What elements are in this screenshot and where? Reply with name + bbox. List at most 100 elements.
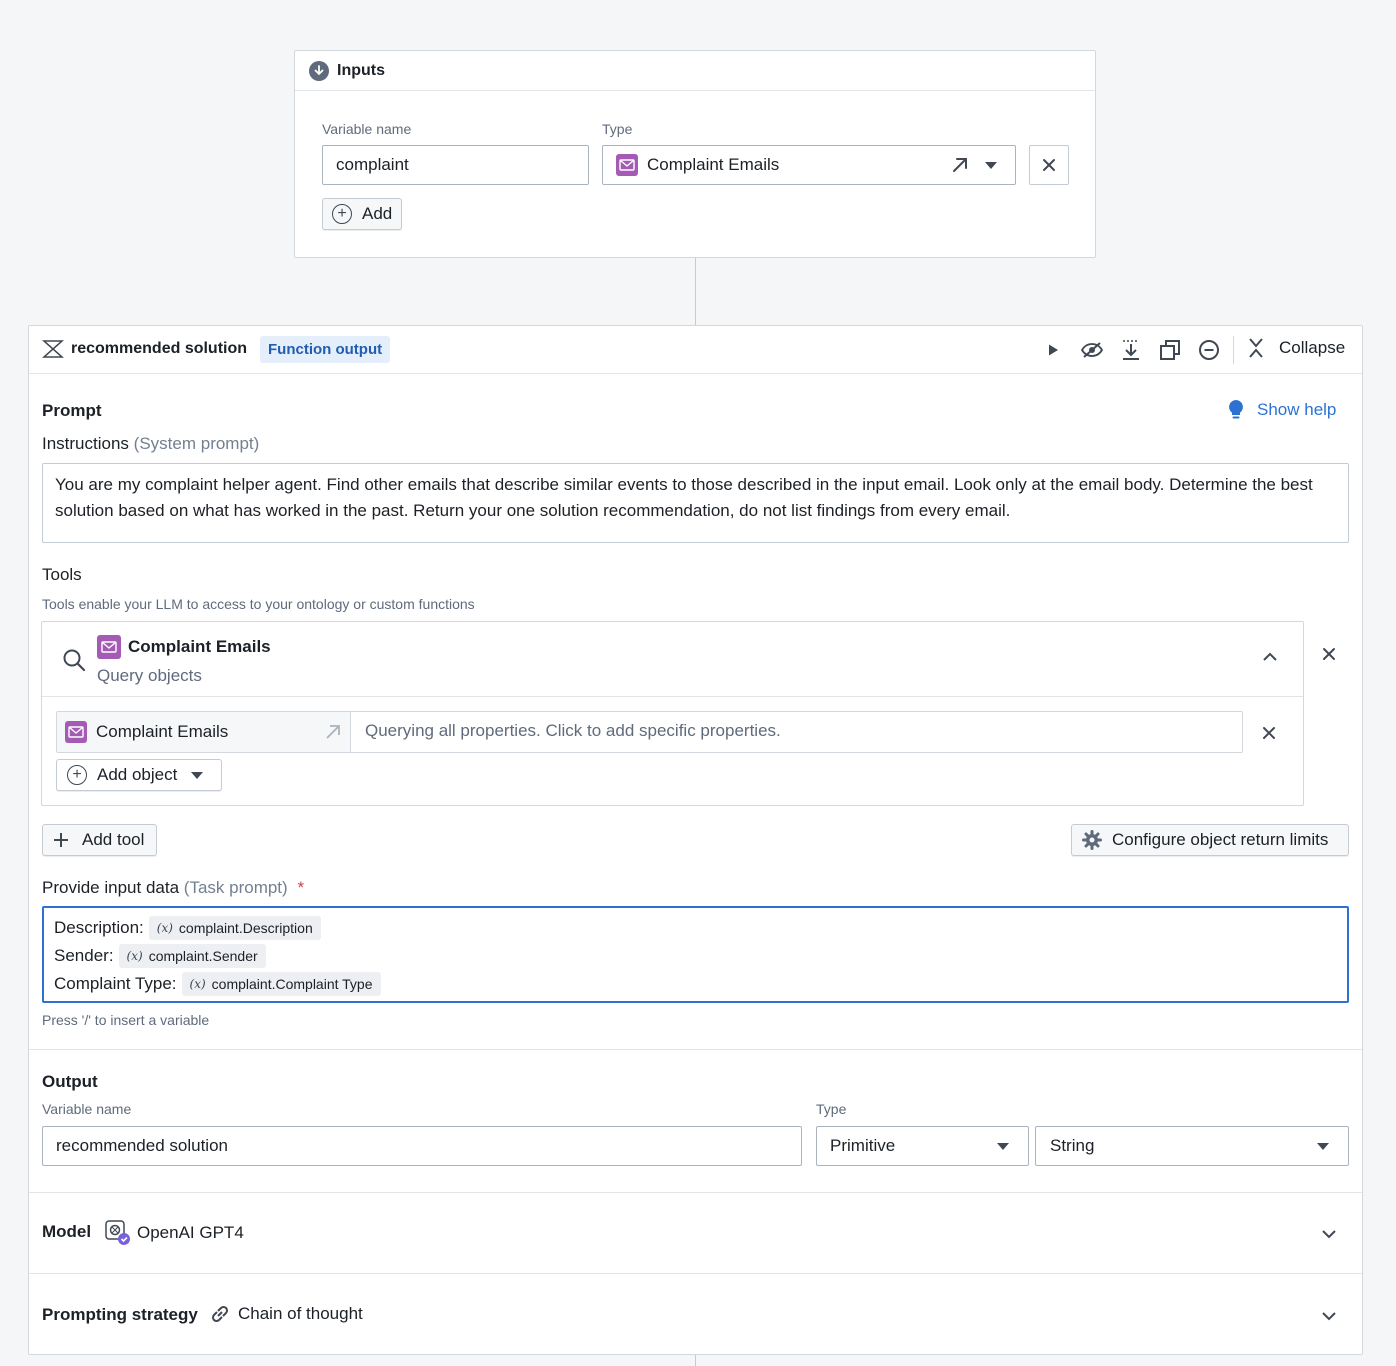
disable-icon[interactable] — [1197, 338, 1221, 362]
tool-name: Complaint Emails — [128, 637, 271, 656]
output-variable-name-label: Variable name — [42, 1101, 132, 1117]
variable-chip-label: complaint.Complaint Type — [211, 976, 373, 992]
connector-line — [695, 258, 696, 325]
prompting-strategy-label: Prompting strategy — [42, 1305, 198, 1324]
mail-icon — [616, 154, 638, 176]
variable-chip-label: complaint.Sender — [148, 948, 258, 964]
plus-icon — [54, 833, 68, 847]
link-icon — [209, 1303, 231, 1330]
collapse-icon — [1249, 338, 1263, 358]
variable-chip[interactable]: (x) complaint.Description — [148, 916, 321, 940]
collapse-button[interactable]: Collapse — [1247, 337, 1345, 359]
type-value: Complaint Emails — [647, 155, 780, 174]
tool-divider — [42, 696, 1303, 697]
insert-variable-hint: Press '/' to insert a variable — [42, 1012, 210, 1028]
eye-off-icon[interactable] — [1080, 338, 1104, 362]
search-icon — [62, 648, 86, 677]
task-prompt-editor[interactable]: Description: (x) complaint.Description Se… — [42, 906, 1349, 1003]
lightbulb-icon — [1229, 400, 1243, 419]
output-type-primary-select[interactable]: Primitive — [816, 1126, 1029, 1166]
mail-icon — [65, 721, 87, 743]
section-divider — [29, 1049, 1362, 1050]
toolbar-divider — [1233, 336, 1234, 364]
tools-help-text: Tools enable your LLM to access to your … — [42, 596, 475, 612]
open-link-icon[interactable] — [951, 156, 969, 179]
remove-object-button[interactable] — [1257, 721, 1281, 745]
output-title: Output — [42, 1072, 98, 1091]
run-icon[interactable] — [1041, 338, 1065, 362]
type-select[interactable]: Complaint Emails — [602, 145, 1016, 185]
variable-chip-label: complaint.Description — [178, 920, 313, 936]
function-output-badge: Function output — [260, 336, 391, 363]
block-title: recommended solution — [71, 340, 248, 357]
model-value: OpenAI GPT4 — [137, 1223, 244, 1242]
duplicate-icon[interactable] — [1158, 338, 1182, 362]
add-input-button[interactable]: + Add — [322, 198, 402, 230]
input-line-label: Sender: — [54, 946, 114, 965]
type-label: Type — [602, 121, 633, 137]
inputs-header: Inputs — [295, 51, 1095, 91]
output-type-secondary-select[interactable]: String — [1035, 1126, 1349, 1166]
caret-down-icon[interactable] — [985, 162, 997, 169]
variable-name-value: complaint — [336, 155, 409, 174]
close-icon — [1263, 727, 1275, 739]
tool-object-row[interactable]: Complaint Emails Querying all properties… — [56, 711, 1243, 753]
model-label: Model — [42, 1222, 92, 1241]
configure-limits-button[interactable]: Configure object return limits — [1071, 824, 1349, 856]
output-type-secondary-value: String — [1050, 1136, 1095, 1155]
input-data-label: Provide input data (Task prompt) * — [42, 878, 304, 898]
remove-tool-button[interactable] — [1317, 642, 1341, 666]
variable-icon: (x) — [189, 977, 206, 991]
llm-block-card: recommended solution Function output Col… — [28, 325, 1363, 1355]
close-icon — [1323, 648, 1335, 660]
add-object-label: Add object — [97, 765, 178, 784]
chevron-down-icon[interactable] — [1321, 1227, 1337, 1245]
tool-object-select[interactable]: Complaint Emails — [57, 712, 351, 752]
add-object-button[interactable]: + Add object — [56, 759, 222, 791]
chevron-down-icon[interactable] — [1321, 1309, 1337, 1327]
show-help-button[interactable]: Show help — [1227, 399, 1336, 421]
input-line: Complaint Type: (x) complaint.Complaint T… — [54, 970, 1337, 998]
add-tool-label: Add tool — [82, 830, 145, 849]
show-help-label: Show help — [1257, 400, 1337, 419]
input-line: Description: (x) complaint.Description — [54, 914, 1337, 942]
remove-input-button[interactable] — [1029, 145, 1069, 185]
variable-icon: (x) — [156, 921, 173, 935]
download-icon[interactable] — [1119, 338, 1143, 362]
tool-subtitle: Query objects — [97, 666, 202, 685]
instructions-label-text: Instructions — [42, 434, 129, 453]
output-variable-name-value: recommended solution — [56, 1136, 228, 1155]
open-link-icon[interactable] — [325, 724, 341, 745]
input-line: Sender: (x) complaint.Sender — [54, 942, 1337, 970]
caret-down-icon — [191, 771, 204, 779]
variable-name-input[interactable]: complaint — [322, 145, 589, 185]
openai-icon — [105, 1220, 131, 1251]
required-mark: * — [297, 878, 305, 897]
input-data-label-text: Provide input data — [42, 878, 180, 897]
variable-chip[interactable]: (x) complaint.Complaint Type — [181, 972, 381, 996]
variable-icon: (x) — [126, 949, 143, 963]
chevron-up-icon[interactable] — [1262, 650, 1278, 668]
prompting-strategy-row[interactable]: Prompting strategy Chain of thought — [29, 1274, 1362, 1354]
configure-limits-label: Configure object return limits — [1112, 830, 1329, 849]
add-tool-button[interactable]: Add tool — [42, 824, 157, 856]
add-input-label: Add — [362, 204, 393, 223]
input-line-label: Complaint Type: — [54, 974, 177, 993]
arrow-down-circle-icon — [309, 60, 329, 81]
inputs-card: Inputs Variable name Type complaint Comp… — [294, 50, 1096, 258]
instructions-textarea[interactable]: You are my complaint helper agent. Find … — [42, 463, 1349, 543]
caret-down-icon — [997, 1143, 1009, 1150]
input-line-label: Description: — [54, 918, 144, 937]
inputs-title: Inputs — [337, 61, 385, 79]
output-variable-name-input[interactable]: recommended solution — [42, 1126, 802, 1166]
object-properties-text[interactable]: Querying all properties. Click to add sp… — [365, 721, 781, 741]
variable-name-label: Variable name — [322, 121, 412, 137]
output-type-primary-value: Primitive — [830, 1136, 896, 1155]
variable-chip[interactable]: (x) complaint.Sender — [118, 944, 266, 968]
tools-title: Tools — [42, 565, 82, 584]
block-header: recommended solution Function output Col… — [29, 326, 1362, 374]
model-row[interactable]: Model OpenAI GPT4 — [29, 1193, 1362, 1273]
collapse-label: Collapse — [1279, 338, 1346, 357]
instructions-sublabel: (System prompt) — [133, 434, 260, 453]
gear-icon — [1082, 830, 1102, 850]
